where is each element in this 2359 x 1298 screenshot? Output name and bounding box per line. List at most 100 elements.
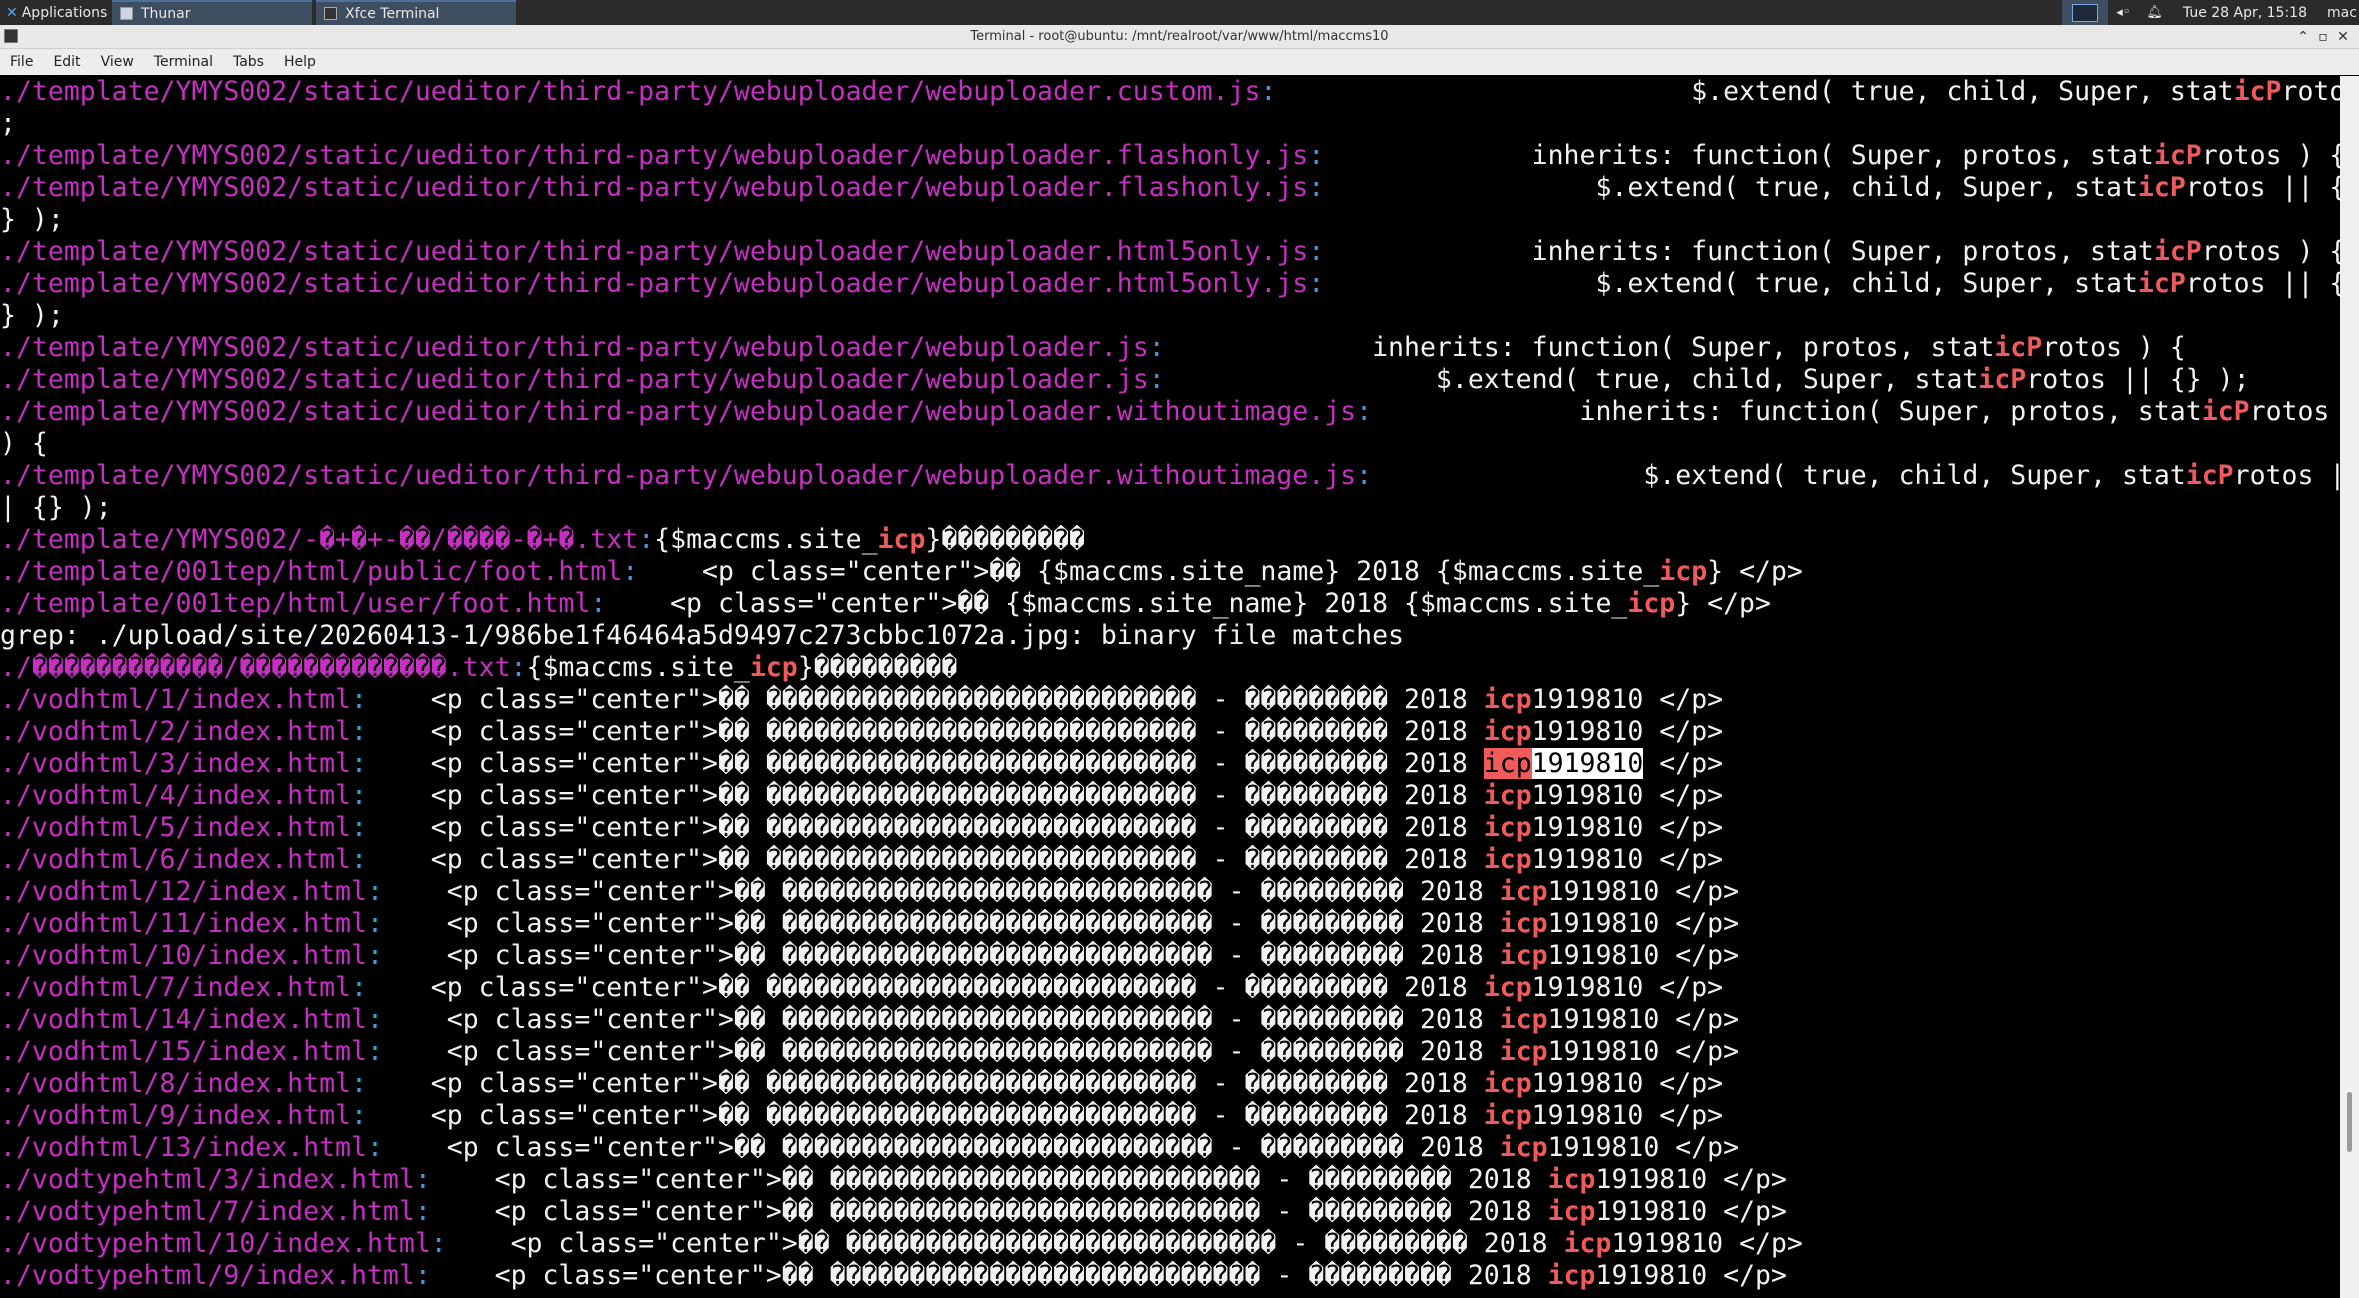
line-text: }���������: [797, 652, 958, 683]
line-text: inherits: function( Super, protos, stat: [1324, 236, 2154, 267]
match-highlight: icP: [2201, 396, 2250, 427]
path-separator: :: [1356, 460, 1373, 491]
terminal-line: ./vodhtml/5/index.html: <p class="center…: [0, 812, 2340, 844]
menu-help[interactable]: Help: [274, 54, 326, 70]
line-text: $.extend( true, child, Super, stat: [1164, 364, 1979, 395]
terminal-scrollbar[interactable]: [2340, 76, 2359, 1298]
path-separator: :: [414, 1260, 431, 1291]
panel-tray: ◂◦ 🔔︎ Tue 28 Apr, 15:18 mac: [2062, 0, 2359, 25]
terminal-line: ./template/YMYS002/static/ueditor/third-…: [0, 268, 2340, 300]
match-highlight: icp: [1483, 780, 1532, 811]
match-highlight: icP: [2185, 460, 2234, 491]
menubar: File Edit View Terminal Tabs Help: [0, 49, 2359, 75]
match-highlight: icp: [1563, 1228, 1612, 1259]
file-path: ./vodhtml/5/index.html: [0, 812, 351, 843]
file-path: ./vodhtml/10/index.html: [0, 940, 367, 971]
file-path: ./vodhtml/8/index.html: [0, 1068, 351, 1099]
match-highlight: icp: [1547, 1260, 1596, 1291]
workspace-switcher[interactable]: [2062, 0, 2109, 25]
clock[interactable]: Tue 28 Apr, 15:18: [2171, 5, 2319, 21]
window-titlebar[interactable]: Terminal - root@ubuntu: /mnt/realroot/va…: [0, 25, 2359, 49]
terminal-line: ./vodhtml/15/index.html: <p class="cente…: [0, 1036, 2340, 1068]
match-highlight: icP: [1978, 364, 2027, 395]
line-text: rotos || {: [2185, 268, 2340, 299]
match-highlight: icP: [2153, 236, 2202, 267]
file-path: ./vodtypehtml/9/index.html: [0, 1260, 415, 1291]
applications-menu-button[interactable]: ✕ Applications: [0, 0, 108, 25]
terminal-window-icon[interactable]: [4, 29, 18, 43]
taskbar-label: Thunar: [141, 5, 191, 22]
line-text: rotos || {} );: [2026, 364, 2250, 395]
close-button[interactable]: ✕: [2333, 29, 2353, 45]
line-text: ) {: [0, 428, 48, 459]
path-separator: :: [1356, 396, 1373, 427]
line-text: <p class="center">�� �������������������…: [430, 1260, 1548, 1291]
path-separator: :: [366, 1036, 383, 1067]
notification-bell-icon[interactable]: 🔔︎: [2138, 5, 2171, 20]
path-separator: :: [622, 556, 639, 587]
user-menu[interactable]: mac: [2319, 5, 2359, 21]
line-text: <p class="center">�� �������������������…: [382, 1132, 1500, 1163]
menu-edit[interactable]: Edit: [43, 54, 90, 70]
line-text: ;: [0, 108, 16, 139]
path-separator: :: [1308, 268, 1325, 299]
line-text: inherits: function( Super, protos, stat: [1372, 396, 2202, 427]
terminal-line: ./template/YMYS002/static/ueditor/third-…: [0, 172, 2340, 204]
file-path: ./template/001tep/html/user/foot.html: [0, 588, 591, 619]
taskbar-button-terminal[interactable]: Xfce Terminal: [316, 0, 516, 25]
file-path: ./template/YMYS002/static/ueditor/third-…: [0, 460, 1357, 491]
line-text: $.extend( true, child, Super, stat: [1372, 460, 2186, 491]
match-highlight: icP: [2137, 172, 2186, 203]
line-text: 1919810 </p>: [1531, 972, 1724, 1003]
line-text: $.extend( true, child, Super, stat: [1324, 172, 2138, 203]
match-highlight: icp: [1659, 556, 1708, 587]
match-highlight: icp: [1483, 748, 1532, 779]
line-text: <p class="center">�� �������������������…: [366, 716, 1484, 747]
path-separator: :: [351, 748, 367, 779]
file-path: ./template/YMYS002/-�+�+-��/����-�+�.txt: [0, 524, 639, 555]
terminal-line: ./template/YMYS002/-�+�+-��/����-�+�.txt…: [0, 524, 2340, 556]
match-highlight: icp: [1483, 684, 1532, 715]
window-controls: ⌃ ▫ ✕: [2293, 25, 2353, 49]
terminal-line: ./template/YMYS002/static/ueditor/third-…: [0, 364, 2340, 396]
minimize-button[interactable]: ⌃: [2293, 29, 2313, 45]
terminal-line: ./vodtypehtml/3/index.html: <p class="ce…: [0, 1164, 2340, 1196]
file-path: ./vodhtml/13/index.html: [0, 1132, 367, 1163]
line-text: } </p>: [1675, 588, 1771, 619]
match-highlight: icp: [1499, 908, 1548, 939]
line-text: rotos ) {: [2042, 332, 2186, 363]
line-text: rotos: [2249, 396, 2330, 427]
terminal-line: ./template/YMYS002/static/ueditor/third-…: [0, 460, 2340, 492]
line-text: grep: ./upload/site/20260413-1/986be1f46…: [0, 620, 1404, 651]
match-highlight: icp: [1547, 1164, 1596, 1195]
line-text: 1919810 </p>: [1595, 1196, 1787, 1227]
menu-terminal[interactable]: Terminal: [144, 54, 223, 70]
path-separator: :: [590, 588, 607, 619]
taskbar-button-thunar[interactable]: Thunar: [112, 0, 312, 25]
line-text: 1919810 </p>: [1547, 876, 1740, 907]
line-text: 1919810 </p>: [1547, 908, 1740, 939]
terminal-line: ./vodhtml/11/index.html: <p class="cente…: [0, 908, 2340, 940]
scrollbar-thumb[interactable]: [2347, 1092, 2352, 1152]
match-highlight: icp: [1483, 1100, 1532, 1131]
line-text: 1919810 </p>: [1531, 1068, 1724, 1099]
selected-text: 1919810: [1531, 748, 1644, 779]
terminal-output[interactable]: ./template/YMYS002/static/ueditor/third-…: [0, 76, 2340, 1298]
line-text: {$maccms.site_: [526, 652, 750, 683]
volume-icon[interactable]: ◂◦: [2108, 5, 2138, 20]
menu-view[interactable]: View: [91, 54, 144, 70]
line-text: <p class="center">�� �������������������…: [366, 1100, 1484, 1131]
file-path: ./vodhtml/12/index.html: [0, 876, 367, 907]
match-highlight: icp: [1499, 876, 1548, 907]
match-highlight: icp: [1547, 1196, 1596, 1227]
path-separator: :: [1308, 236, 1325, 267]
maximize-button[interactable]: ▫: [2313, 29, 2333, 45]
line-text: 1919810 </p>: [1531, 684, 1724, 715]
file-path: ./vodhtml/1/index.html: [0, 684, 351, 715]
match-highlight: icP: [1994, 332, 2043, 363]
path-separator: :: [430, 1228, 447, 1259]
match-highlight: icp: [1499, 1004, 1548, 1035]
menu-file[interactable]: File: [0, 54, 43, 70]
terminal-icon: [324, 7, 337, 20]
menu-tabs[interactable]: Tabs: [223, 54, 274, 70]
